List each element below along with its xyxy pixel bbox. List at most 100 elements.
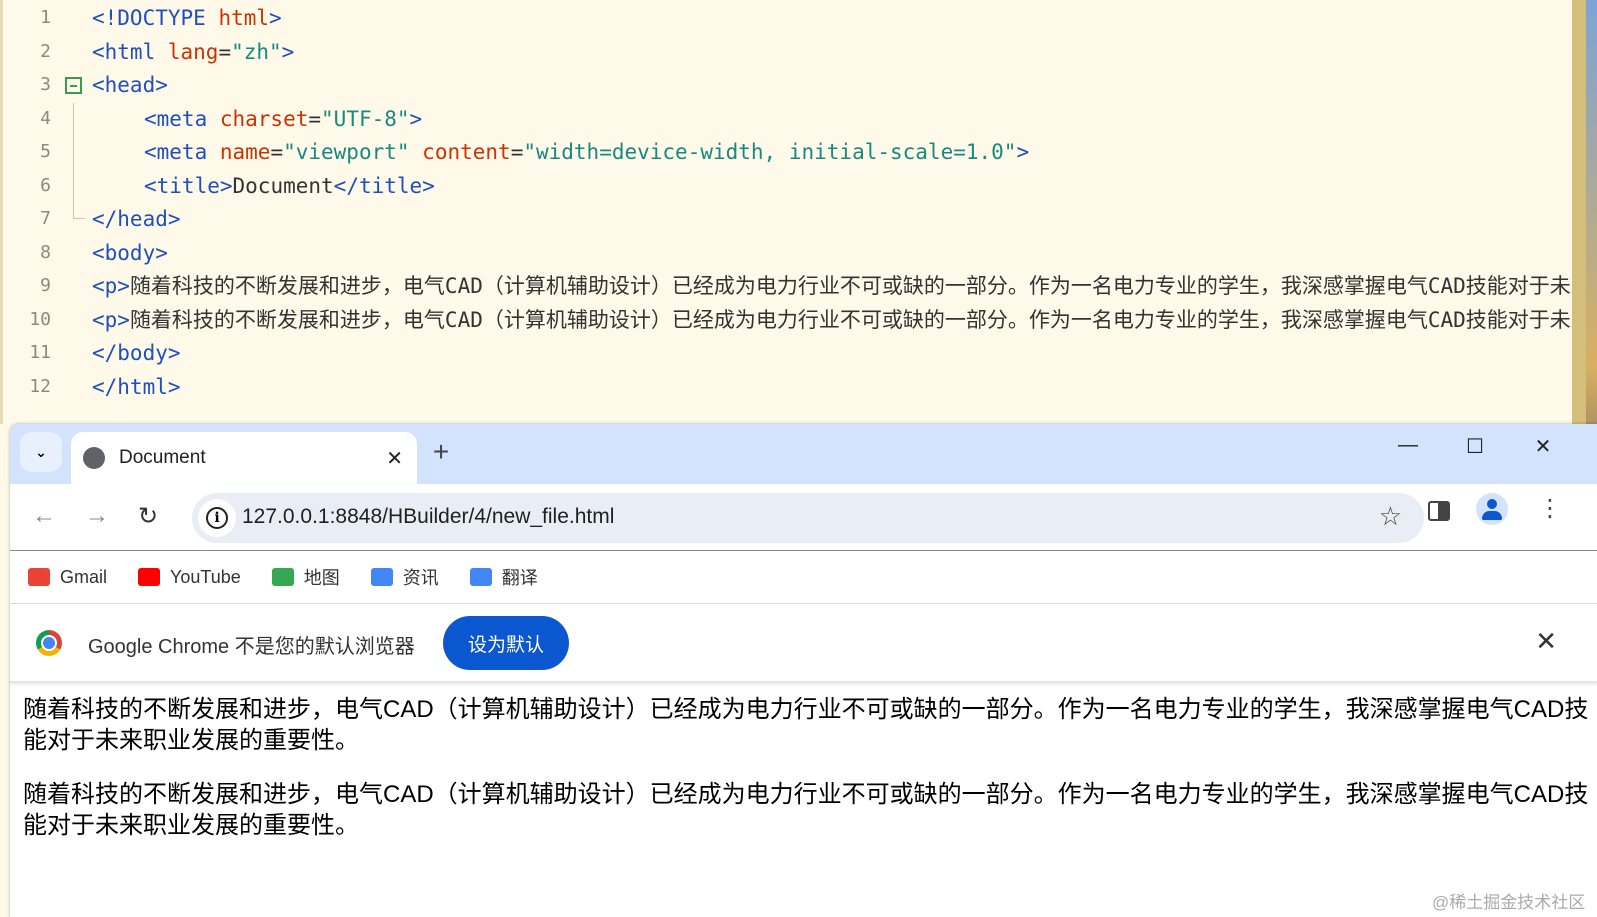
code-line[interactable]: 5 <meta name="viewport" content="width=de…	[3, 135, 1572, 169]
tab-search-button[interactable]: ⌄	[20, 432, 62, 472]
code-token-tag: </title>	[333, 173, 435, 198]
code-line[interactable]: 10 <p>随着科技的不断发展和进步，电气CAD（计算机辅助设计）已经成为电力行业…	[3, 303, 1572, 337]
maximize-button[interactable]: ☐	[1455, 434, 1495, 459]
bookmarks-bar: Gmail YouTube 地图 资讯 翻译	[10, 551, 1597, 604]
code-line[interactable]: 11 </body>	[3, 336, 1572, 370]
side-panel-icon[interactable]	[1428, 501, 1450, 521]
bookmark-label: Gmail	[60, 566, 108, 587]
reload-button[interactable]: ↻	[138, 502, 158, 531]
code-text: <p>随着科技的不断发展和进步，电气CAD（计算机辅助设计）已经成为电力行业不可…	[92, 269, 1572, 303]
code-text: </body>	[92, 336, 181, 370]
code-text: <html lang="zh">	[92, 35, 294, 69]
bookmark-icon	[138, 568, 161, 586]
code-token-attr: lang	[167, 39, 219, 64]
code-line[interactable]: 6 <title>Document</title>	[3, 169, 1572, 203]
address-bar[interactable]: i 127.0.0.1:8848/HBuilder/4/new_file.htm…	[192, 493, 1424, 543]
browser-window: ⌄ Document ✕ + — ☐ ✕ ← → ↻ i 127.0.0.1:8…	[10, 424, 1597, 917]
code-token-tag: >	[409, 106, 423, 131]
code-editor[interactable]: 1 <!DOCTYPE html> 2 <html lang="zh"> 3 <head>…	[0, 0, 1572, 424]
code-token-txt: Document	[232, 173, 334, 198]
code-token-attr: charset	[219, 106, 309, 131]
code-token-tag: </head>	[92, 207, 181, 231]
bookmark-item[interactable]: 地图	[271, 564, 340, 590]
code-text: <title>Document</title>	[144, 169, 435, 203]
window-close-button[interactable]: ✕	[1523, 434, 1563, 459]
page-content: 随着科技的不断发展和进步，电气CAD（计算机辅助设计）已经成为电力行业不可或缺的…	[23, 694, 1597, 864]
code-token-txt: 随着科技的不断发展和进步，电气CAD（计算机辅助设计）已经成为电力行业不可或缺的…	[129, 307, 1572, 332]
code-token-attr: content	[422, 140, 511, 164]
back-button[interactable]: ←	[32, 502, 56, 530]
code-token-tag: <!DOCTYPE	[92, 6, 219, 30]
line-number: 11	[29, 342, 51, 363]
bookmark-label: 地图	[303, 568, 340, 588]
code-line[interactable]: 9 <p>随着科技的不断发展和进步，电气CAD（计算机辅助设计）已经成为电力行业不…	[3, 269, 1572, 303]
code-line[interactable]: 1 <!DOCTYPE html>	[3, 1, 1572, 35]
bookmark-label: YouTube	[170, 566, 241, 587]
tab-strip: ⌄ Document ✕ + — ☐ ✕	[10, 424, 1597, 484]
code-token-tag: <p>	[92, 307, 130, 332]
line-number: 10	[29, 308, 51, 330]
code-text: <head>	[92, 68, 168, 102]
line-number: 3	[40, 74, 51, 95]
tab-title: Document	[119, 447, 206, 468]
bookmark-icon	[271, 568, 294, 586]
infobar-message: Google Chrome 不是您的默认浏览器	[88, 636, 415, 658]
code-token-str: "width=device-width, initial-scale=1.0"	[523, 140, 1017, 164]
code-text: <meta charset="UTF-8">	[144, 102, 422, 136]
code-token-tag: <body>	[92, 240, 168, 265]
code-token-tag: </body>	[92, 341, 181, 365]
bookmark-item[interactable]: 翻译	[469, 564, 538, 590]
code-token-txt: =	[510, 140, 524, 164]
code-token-txt: =	[218, 39, 232, 64]
code-token-txt: =	[270, 140, 284, 164]
line-number: 8	[40, 241, 51, 263]
tab-close-icon[interactable]: ✕	[386, 446, 403, 471]
code-token-txt: 随着科技的不断发展和进步，电气CAD（计算机辅助设计）已经成为电力行业不可或缺的…	[129, 274, 1572, 298]
bookmark-item[interactable]: Gmail	[28, 567, 107, 588]
code-token-tag: >	[1016, 140, 1030, 164]
code-token-tag: <meta	[144, 140, 220, 164]
line-number: 1	[40, 7, 51, 28]
set-default-button[interactable]: 设为默认	[443, 616, 569, 670]
info-icon: i	[206, 507, 228, 529]
profile-avatar[interactable]	[1476, 493, 1508, 525]
forward-button[interactable]: →	[85, 502, 109, 530]
line-number: 4	[40, 107, 51, 129]
new-tab-button[interactable]: +	[426, 436, 456, 468]
code-text: <!DOCTYPE html>	[92, 1, 282, 35]
code-token-attr: html	[218, 6, 270, 30]
paragraph: 随着科技的不断发展和进步，电气CAD（计算机辅助设计）已经成为电力行业不可或缺的…	[23, 781, 1589, 839]
code-token-tag: <meta	[144, 106, 220, 131]
code-token-tag: <html	[92, 39, 168, 64]
code-line[interactable]: 12 </html>	[3, 370, 1572, 404]
code-token-str: "viewport"	[283, 140, 423, 164]
line-number: 5	[40, 141, 51, 162]
default-browser-infobar: Google Chrome 不是您的默认浏览器 设为默认 ✕	[10, 604, 1597, 683]
code-line[interactable]: 3 <head>	[3, 68, 1572, 102]
code-token-tag: <title>	[144, 173, 233, 198]
code-line[interactable]: 4 <meta charset="UTF-8">	[3, 102, 1572, 136]
code-text: </html>	[92, 370, 181, 404]
code-token-tag: </html>	[92, 374, 181, 399]
site-info-button[interactable]: i	[198, 499, 236, 537]
code-text: <p>随着科技的不断发展和进步，电气CAD（计算机辅助设计）已经成为电力行业不可…	[92, 303, 1572, 337]
code-token-txt: =	[308, 106, 322, 131]
bookmark-item[interactable]: 资讯	[370, 564, 439, 590]
code-line[interactable]: 8 <body>	[3, 236, 1572, 270]
infobar-close-icon[interactable]: ✕	[1535, 626, 1557, 657]
url-text[interactable]: 127.0.0.1:8848/HBuilder/4/new_file.html	[242, 505, 614, 529]
bookmark-icon	[469, 568, 492, 586]
code-token-str: "zh"	[231, 39, 282, 64]
code-token-str: "UTF-8"	[321, 106, 410, 131]
tab-document[interactable]: Document ✕	[71, 432, 417, 484]
bookmark-star-icon[interactable]: ☆	[1379, 501, 1402, 532]
bookmark-icon	[370, 568, 393, 586]
code-line[interactable]: 2 <html lang="zh">	[3, 35, 1572, 69]
watermark: @稀土掘金技术社区	[1432, 893, 1586, 912]
bookmark-icon	[28, 568, 50, 586]
bookmark-item[interactable]: YouTube	[138, 567, 241, 588]
paragraph: 随着科技的不断发展和进步，电气CAD（计算机辅助设计）已经成为电力行业不可或缺的…	[23, 696, 1589, 754]
code-line[interactable]: 7 </head>	[3, 202, 1572, 236]
minimize-button[interactable]: —	[1388, 434, 1428, 457]
more-menu-icon[interactable]: ⋮	[1538, 492, 1562, 526]
